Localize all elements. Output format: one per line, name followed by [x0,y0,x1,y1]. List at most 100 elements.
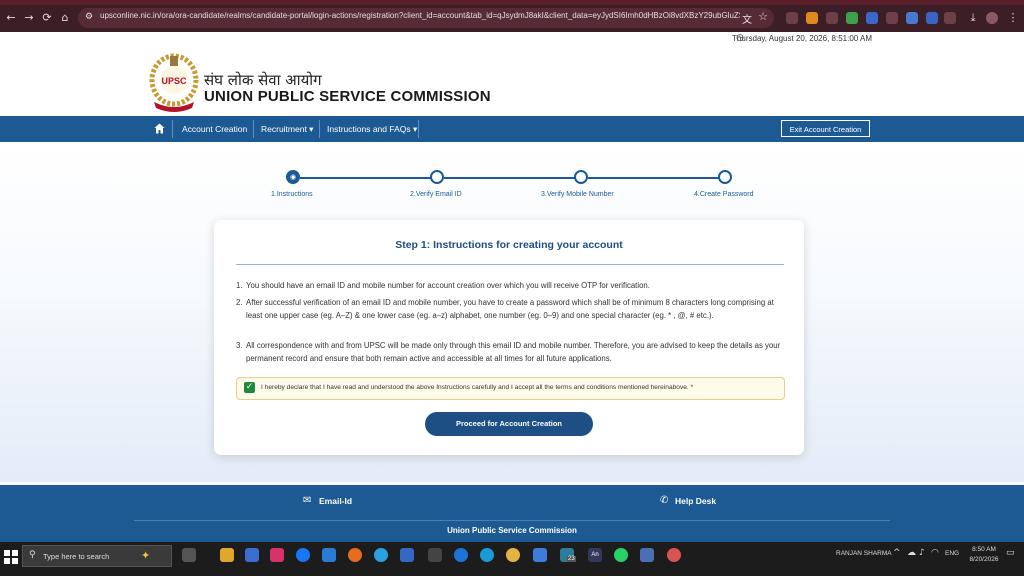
edge-icon[interactable] [480,548,494,562]
chrome-profile-icon[interactable] [667,548,681,562]
tray-user-name[interactable]: RANJAN SHARMA [836,550,892,557]
back-icon[interactable]: ← [4,11,18,25]
site-info-icon[interactable]: ⚙ [85,12,93,22]
mail-icon[interactable] [322,548,336,562]
nav-recruitment-dropdown[interactable]: Recruitment ▾ [255,116,319,142]
declaration-box: ✓ I hereby declare that I have read and … [236,377,785,400]
extension-icon[interactable] [786,12,798,24]
file-explorer-icon[interactable] [220,548,234,562]
translate-icon[interactable]: 文 [742,11,752,26]
whatsapp-icon[interactable] [614,548,628,562]
proceed-account-creation-button[interactable]: Proceed for Account Creation [425,412,593,436]
home-icon[interactable] [154,123,165,134]
extension-icon[interactable] [886,12,898,24]
instruction-text: After successful verification of an emai… [246,298,774,320]
main-navbar: Account Creation Recruitment ▾ Instructi… [0,116,1024,142]
instagram-icon[interactable] [270,548,284,562]
tray-clock[interactable]: 8:50 AM 8/20/2026 [967,545,1001,565]
nav-divider [319,120,320,138]
windows-taskbar: ⚲ Type here to search ✦ 23 An RANJAN SHA… [0,542,1024,576]
telegram-icon[interactable] [374,548,388,562]
tray-network-icon[interactable]: ◠ [931,548,939,558]
card-title: Step 1: Instructions for creating your a… [395,239,623,251]
tray-chevron-up-icon[interactable]: ^ [893,548,901,558]
notification-badge: 23 [567,556,576,562]
reload-icon[interactable]: ⟳ [40,11,54,25]
instruction-item: 1. You should have an email ID and mobil… [236,279,788,292]
declaration-text: I hereby declare that I have read and un… [261,384,694,391]
url-text[interactable]: upsconline.nic.in/ora/ora-candidate/real… [100,11,740,20]
taskbar-search-placeholder: Type here to search [43,552,110,561]
nav-account-creation[interactable]: Account Creation [176,116,253,142]
footer-org-name: Union Public Service Commission [447,526,577,535]
card-divider [236,264,784,265]
taskbar-search-input[interactable]: ⚲ Type here to search ✦ [22,545,172,567]
firefox-icon[interactable] [348,548,362,562]
app-icon[interactable] [640,548,654,562]
calendar-icon[interactable]: 23 [560,548,576,562]
step-2-circle [430,170,444,184]
site-footer: ✉ Email-Id ✆ Help Desk Union Public Serv… [0,485,1024,542]
email-icon: ✉ [303,495,312,506]
org-name-english: UNION PUBLIC SERVICE COMMISSION [204,88,491,105]
app-icon[interactable] [245,548,259,562]
address-bar[interactable]: ⚙ upsconline.nic.in/ora/ora-candidate/re… [78,8,774,28]
extension-icon[interactable] [826,12,838,24]
emblem-text: UPSC [161,76,187,86]
tray-volume-icon[interactable]: ♪ [919,548,925,558]
browser-toolbar: ← → ⟳ ⌂ ⚙ upsconline.nic.in/ora/ora-cand… [0,5,1024,32]
step-4-label: 4.Create Password [694,191,754,198]
org-name-hindi: संघ लोक सेवा आयोग [204,71,322,89]
footer-email-link[interactable]: Email-Id [319,496,352,506]
upsc-emblem-logo[interactable]: UPSC [148,50,200,116]
stepper-connector [444,177,575,179]
tray-language[interactable]: ENG [945,550,959,557]
eye-icon: ◉ [289,173,297,181]
declaration-checkbox[interactable]: ✓ [244,382,255,393]
chrome-icon[interactable] [506,548,520,562]
step-2-label: 2.Verify Email ID [410,191,462,198]
footer-helpdesk-link[interactable]: Help Desk [675,496,716,506]
step-3-label: 3.Verify Mobile Number [541,191,614,198]
forward-icon[interactable]: → [22,11,36,25]
stepper-connector [588,177,719,179]
exit-account-creation-button[interactable]: Exit Account Creation [781,120,870,137]
nav-divider [418,120,419,138]
app-icon[interactable] [400,548,414,562]
browser-menu-icon[interactable]: ⋮ [1006,11,1020,25]
notification-center-icon[interactable]: ▭ [1006,548,1015,558]
tray-cloud-icon[interactable]: ☁ [907,548,916,558]
app-an-icon[interactable]: An [588,548,602,562]
facebook-icon[interactable] [296,548,310,562]
tray-date-text: 8/20/2026 [969,556,999,563]
skype-icon[interactable] [454,548,468,562]
nav-divider [253,120,254,138]
home-browser-icon[interactable]: ⌂ [58,11,72,25]
step-4-circle [718,170,732,184]
download-icon[interactable]: ⤓ [966,11,980,25]
instruction-number: 3. [236,341,243,350]
nav-instructions-faqs-dropdown[interactable]: Instructions and FAQs ▾ [321,116,423,142]
instruction-number: 1. [236,281,243,290]
amazon-extension-icon[interactable] [806,12,818,24]
extension-icon[interactable] [866,12,878,24]
extension-icon[interactable] [906,12,918,24]
bookmark-star-icon[interactable]: ☆ [758,10,768,23]
footer-divider [134,520,890,521]
search-icon: ⚲ [29,550,36,560]
extension-icon[interactable] [926,12,938,24]
instruction-item: 2. After successful verification of an e… [236,296,788,322]
date-strip: ◷ Thursday, August 20, 2026, 8:51:00 AM [0,32,1024,46]
step-1-label: 1.Instructions [271,191,313,198]
app-icon[interactable] [533,548,547,562]
extension-icon[interactable] [846,12,858,24]
task-view-icon[interactable] [182,548,196,562]
profile-avatar-icon[interactable] [986,12,998,24]
step-1-circle: ◉ [286,170,300,184]
instructions-card: Step 1: Instructions for creating your a… [214,220,804,455]
instruction-number: 2. [236,298,243,307]
app-icon[interactable] [428,548,442,562]
extensions-puzzle-icon[interactable] [944,12,956,24]
windows-start-icon[interactable] [4,550,18,564]
instruction-item: 3. All correspondence with and from UPSC… [236,339,788,365]
